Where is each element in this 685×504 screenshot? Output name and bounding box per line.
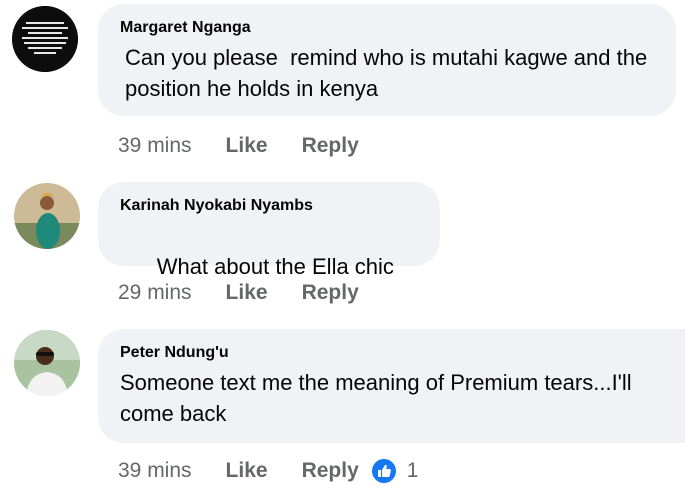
comment-actions: 29 mins Like Reply <box>118 281 359 305</box>
avatar[interactable] <box>14 330 80 396</box>
like-button[interactable]: Like <box>226 459 268 483</box>
comment-timestamp[interactable]: 29 mins <box>118 281 192 305</box>
comment-text: What about the Ella chic <box>156 254 394 279</box>
comment-author[interactable]: Peter Ndung'u <box>120 343 676 363</box>
thumbs-up-icon <box>371 458 397 484</box>
comment-actions: 39 mins Like Reply 1 <box>118 458 418 484</box>
comment-bubble: Margaret Nganga Can you please remind wh… <box>98 4 676 116</box>
reply-button[interactable]: Reply <box>302 459 359 483</box>
reaction-summary[interactable]: 1 <box>371 458 419 484</box>
comment-text: Can you please remind who is mutahi kagw… <box>125 45 654 101</box>
reaction-count: 1 <box>406 459 419 482</box>
comment-text: Someone text me the meaning of Premium t… <box>120 370 638 426</box>
comment-bubble: Karinah Nyokabi Nyambs What about the El… <box>98 182 440 367</box>
like-button[interactable]: Like <box>226 281 268 305</box>
comment-item: Karinah Nyokabi Nyambs What about the El… <box>0 170 685 367</box>
avatar[interactable] <box>12 6 78 72</box>
like-button[interactable]: Like <box>226 134 268 158</box>
avatar[interactable] <box>14 183 80 249</box>
comment-author[interactable]: Karinah Nyokabi Nyambs <box>120 196 418 216</box>
avatar-image <box>14 330 80 396</box>
avatar-image <box>14 183 80 249</box>
comment-actions: 39 mins Like Reply <box>118 134 359 158</box>
comment-author[interactable]: Margaret Nganga <box>120 18 654 38</box>
comment-timestamp[interactable]: 39 mins <box>118 459 192 483</box>
comment-item: Margaret Nganga Can you please remind wh… <box>0 0 685 170</box>
comment-bubble: Peter Ndung'u Someone text me the meanin… <box>98 329 685 443</box>
avatar-image <box>12 6 78 72</box>
comment-timestamp[interactable]: 39 mins <box>118 134 192 158</box>
reply-button[interactable]: Reply <box>302 281 359 305</box>
reply-button[interactable]: Reply <box>302 134 359 158</box>
comment-item: Peter Ndung'u Someone text me the meanin… <box>0 320 685 504</box>
